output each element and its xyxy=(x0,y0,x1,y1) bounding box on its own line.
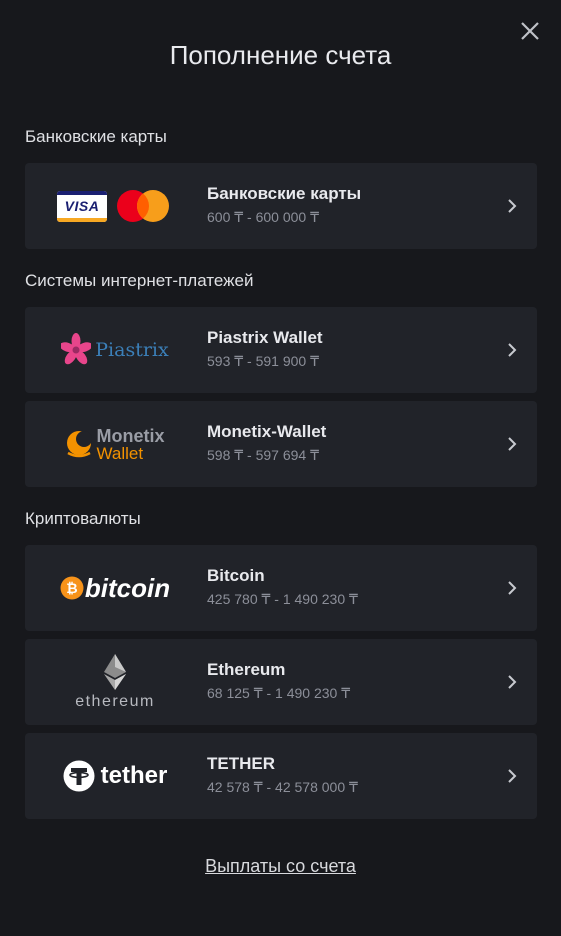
close-icon[interactable] xyxy=(519,20,541,42)
chevron-right-icon xyxy=(508,343,517,357)
monetix-logo: Monetix Wallet xyxy=(55,401,175,487)
section-title-bank-cards: Банковские карты xyxy=(25,127,167,146)
option-limits: 68 125 ₸ - 1 490 230 ₸ xyxy=(207,685,351,701)
option-limits: 42 578 ₸ - 42 578 000 ₸ xyxy=(207,779,358,795)
tether-icon xyxy=(63,760,95,792)
option-name: TETHER xyxy=(207,754,275,773)
visa-logo: VISA xyxy=(57,190,107,222)
payment-option-tether[interactable]: tether TETHER 42 578 ₸ - 42 578 000 ₸ xyxy=(25,733,537,819)
option-limits: 593 ₸ - 591 900 ₸ xyxy=(207,353,319,369)
monetix-icon xyxy=(67,431,93,458)
piastrix-logo: Piastrix xyxy=(55,307,175,393)
payment-option-bitcoin[interactable]: ₿ bitcoin Bitcoin 425 780 ₸ - 1 490 230 … xyxy=(25,545,537,631)
mastercard-logo xyxy=(117,190,169,222)
ethereum-logo: ethereum xyxy=(55,639,175,725)
option-name: Bitcoin xyxy=(207,566,265,585)
payment-option-piastrix[interactable]: Piastrix Piastrix Wallet 593 ₸ - 591 900… xyxy=(25,307,537,393)
payment-option-monetix[interactable]: Monetix Wallet Monetix-Wallet 598 ₸ - 59… xyxy=(25,401,537,487)
chevron-right-icon xyxy=(508,437,517,451)
withdrawals-link[interactable]: Выплаты со счета xyxy=(0,856,561,877)
option-name: Piastrix Wallet xyxy=(207,328,323,347)
option-name: Monetix-Wallet xyxy=(207,422,327,441)
chevron-right-icon xyxy=(508,581,517,595)
tether-logo: tether xyxy=(55,733,175,819)
piastrix-flower-icon xyxy=(61,333,92,365)
option-limits: 600 ₸ - 600 000 ₸ xyxy=(207,209,319,225)
page-title: Пополнение счета xyxy=(169,40,392,70)
chevron-right-icon xyxy=(508,199,517,213)
chevron-right-icon xyxy=(508,675,517,689)
option-name: Банковские карты xyxy=(207,184,362,203)
option-name: Ethereum xyxy=(207,660,286,679)
payment-option-ethereum[interactable]: ethereum Ethereum 68 125 ₸ - 1 490 230 ₸ xyxy=(25,639,537,725)
section-title-internet-payments: Системы интернет-платежей xyxy=(25,271,254,290)
visa-mastercard-logo: VISA xyxy=(55,163,175,249)
section-title-crypto: Криптовалюты xyxy=(25,509,141,528)
option-limits: 598 ₸ - 597 694 ₸ xyxy=(207,447,319,463)
bitcoin-logo: ₿ bitcoin xyxy=(55,545,175,631)
option-limits: 425 780 ₸ - 1 490 230 ₸ xyxy=(207,591,358,607)
svg-text:₿: ₿ xyxy=(66,581,77,597)
chevron-right-icon xyxy=(508,769,517,783)
bitcoin-icon: ₿ xyxy=(60,576,84,600)
payment-option-bank-cards[interactable]: VISA Банковские карты 600 ₸ - 600 000 ₸ xyxy=(25,163,537,249)
ethereum-icon xyxy=(104,653,126,690)
